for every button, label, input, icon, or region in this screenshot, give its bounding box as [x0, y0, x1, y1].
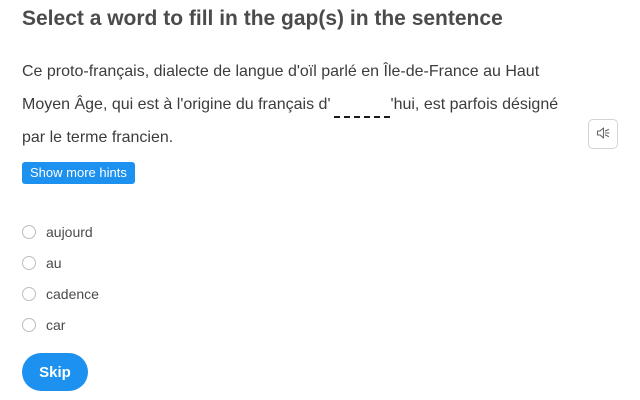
sentence-text: Ce proto-français, dialecte de langue d'… — [22, 55, 582, 154]
option-label: aujourd — [46, 223, 93, 240]
option-car[interactable]: car — [22, 309, 99, 340]
gap-blank[interactable] — [333, 96, 390, 118]
radio-button[interactable] — [22, 224, 36, 239]
speaker-icon — [596, 126, 610, 143]
skip-button[interactable]: Skip — [22, 353, 88, 391]
radio-button[interactable] — [22, 286, 36, 301]
exercise-page: Select a word to fill in the gap(s) in t… — [0, 0, 640, 400]
play-audio-button[interactable] — [588, 119, 618, 149]
show-more-hints-button[interactable]: Show more hints — [22, 162, 135, 184]
option-label: au — [46, 254, 62, 271]
option-au[interactable]: au — [22, 247, 99, 278]
option-cadence[interactable]: cadence — [22, 278, 99, 309]
radio-button[interactable] — [22, 255, 36, 270]
option-label: cadence — [46, 285, 99, 302]
option-aujourd[interactable]: aujourd — [22, 216, 99, 247]
answer-options: aujourd au cadence car — [22, 216, 99, 340]
page-title: Select a word to fill in the gap(s) in t… — [22, 7, 503, 30]
radio-button[interactable] — [22, 317, 36, 332]
option-label: car — [46, 316, 66, 333]
